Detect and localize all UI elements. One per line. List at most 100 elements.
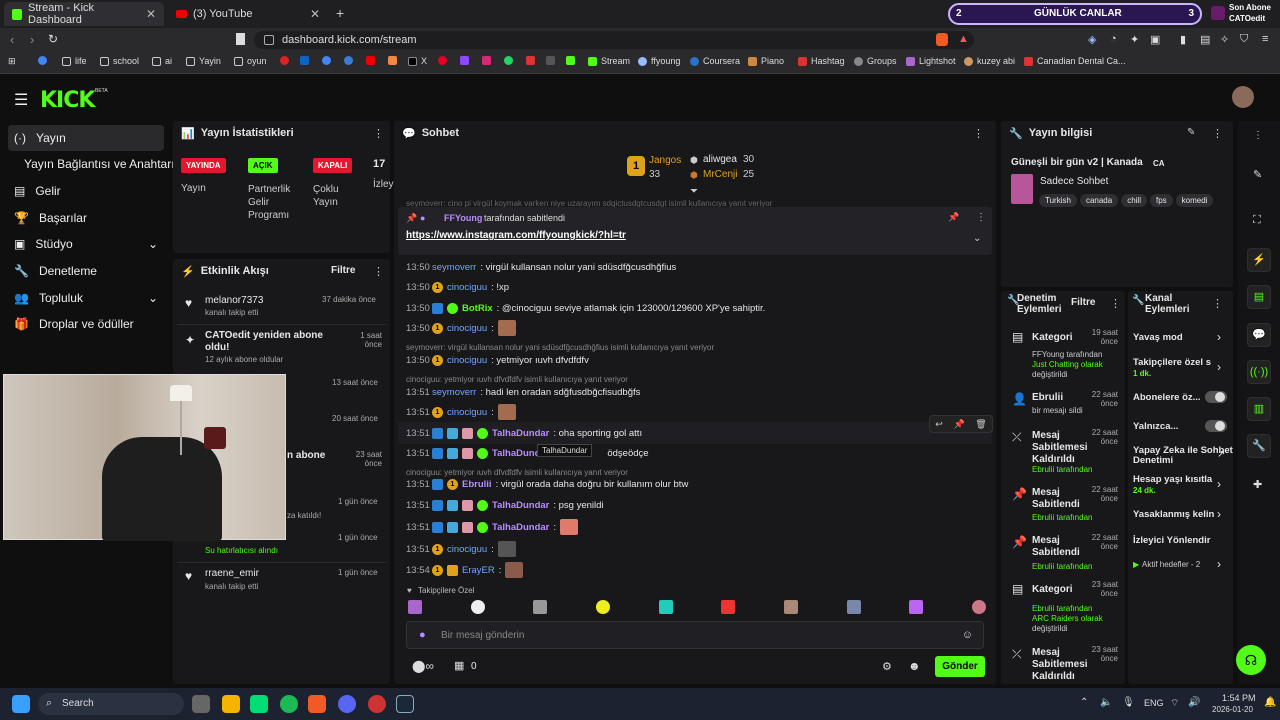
more-options-icon[interactable]: ⋮	[373, 127, 384, 140]
delete-icon[interactable]: 🗑	[975, 419, 986, 430]
quick-action-chat-icon[interactable]: 💬	[1247, 323, 1271, 347]
twitch-icon[interactable]	[460, 56, 469, 65]
pinned-by-user[interactable]: FFYoung	[444, 213, 482, 223]
subs-only-toggle[interactable]	[1205, 391, 1227, 403]
channel-action-goals[interactable]: Aktif hedefler - 2	[1142, 560, 1200, 569]
spotify-icon[interactable]	[280, 695, 298, 713]
taskbar-search[interactable]: ⌕ Search	[38, 693, 184, 715]
nav-yayin[interactable]: (·) Yayın	[8, 125, 164, 151]
quick-action-bolt-icon[interactable]: ⚡	[1247, 248, 1271, 272]
whatsapp-icon[interactable]	[504, 56, 513, 65]
back-icon[interactable]: ‹	[10, 32, 14, 47]
more-options-icon[interactable]: ⋮	[1110, 297, 1121, 310]
bookmark-icon-red[interactable]	[280, 56, 289, 65]
obs-icon[interactable]	[368, 695, 386, 713]
youtube-icon[interactable]	[366, 56, 375, 65]
google-icon[interactable]	[38, 56, 47, 65]
tab-youtube[interactable]: (3) YouTube ✕	[168, 2, 328, 26]
emote-menu-icon[interactable]: ☻	[908, 659, 921, 673]
bookmark-x[interactable]: X	[408, 56, 427, 66]
external-link-icon[interactable]: ↗	[1217, 449, 1225, 460]
emote-icon[interactable]	[533, 600, 548, 614]
clock-date[interactable]: 2026-01-20	[1212, 705, 1253, 714]
reply-icon[interactable]: ↩	[935, 419, 943, 430]
wallet-icon[interactable]: ▤	[1200, 33, 1210, 46]
nav-basarilar[interactable]: 🏆 Başarılar	[8, 205, 164, 231]
instagram-icon[interactable]	[482, 56, 491, 65]
nav-gelir[interactable]: ▤ Gelir	[8, 178, 164, 204]
nav-stream-key[interactable]: Yayın Bağlantısı ve Anahtarı	[8, 151, 178, 177]
points-icon[interactable]: ⬤∞	[412, 659, 434, 673]
message-user[interactable]: Ebrulii	[462, 479, 492, 490]
message-user[interactable]: cinociguu	[447, 282, 487, 293]
message-user[interactable]: TalhaDundar	[492, 428, 549, 439]
chevron-right-icon[interactable]: ›	[1217, 360, 1221, 374]
bookmark-yayin[interactable]: Yayin	[186, 56, 221, 66]
edit-icon[interactable]: ✎	[1253, 168, 1262, 181]
brave-icon[interactable]	[308, 695, 326, 713]
support-chat-icon[interactable]: ☊	[1236, 645, 1266, 675]
chevron-right-icon[interactable]: ›	[1217, 507, 1221, 521]
bookmark-icon-blue[interactable]	[344, 56, 353, 65]
send-button[interactable]: Gönder	[935, 656, 985, 677]
clock-time[interactable]: 1:54 PM	[1222, 693, 1256, 703]
linkedin-icon[interactable]	[300, 56, 309, 65]
tag-chip[interactable]: Turkish	[1039, 194, 1077, 207]
message-user[interactable]: cinociguu	[447, 323, 487, 334]
reload-icon[interactable]: ↻	[48, 32, 58, 46]
tag-chip[interactable]: komedi	[1175, 194, 1214, 207]
url-input[interactable]: dashboard.kick.com/stream	[254, 31, 974, 49]
app-icon[interactable]	[250, 695, 268, 713]
tag-chip[interactable]: chill	[1121, 194, 1147, 207]
vpn-icon[interactable]: ⛉	[1240, 33, 1248, 46]
emoji-icon[interactable]: ☺	[962, 629, 973, 641]
settings-gear-icon[interactable]: ⚙	[882, 660, 892, 673]
quick-action-panel-icon[interactable]: ▥	[1247, 397, 1271, 421]
menu-icon[interactable]: ≡	[1262, 33, 1268, 45]
resize-icon[interactable]: ⛶	[1253, 214, 1261, 227]
tab-kick-dashboard[interactable]: Stream - Kick Dashboard ✕	[4, 2, 164, 26]
windows-start-icon[interactable]	[12, 695, 30, 713]
more-options-icon[interactable]: ⋮	[1253, 130, 1263, 141]
kick-icon[interactable]	[566, 56, 575, 65]
message-user[interactable]: cinociguu	[447, 407, 487, 418]
chevron-right-icon[interactable]: ›	[1217, 557, 1221, 571]
nav-droplar[interactable]: 🎁 Droplar ve ödüller	[8, 311, 164, 337]
quick-action-broadcast-icon[interactable]: ((·))	[1247, 360, 1271, 384]
collapse-icon[interactable]: ⏷	[690, 186, 698, 197]
forward-icon[interactable]: ›	[30, 32, 34, 47]
volume-icon[interactable]: 🔊	[1188, 697, 1200, 708]
edit-icon[interactable]: ✎	[1187, 127, 1195, 138]
bookmark-coursera[interactable]: Coursera	[690, 56, 740, 66]
notification-bell-icon[interactable]: 🔔	[1264, 697, 1276, 708]
emote-icon[interactable]	[658, 600, 673, 614]
quick-action-doc-icon[interactable]: ▤	[1247, 285, 1271, 309]
message-user[interactable]: cinociguu	[447, 355, 487, 366]
file-explorer-icon[interactable]	[222, 695, 240, 713]
bookmark-kuzey-abi[interactable]: kuzey abi	[964, 56, 1015, 66]
more-options-icon[interactable]: ⋮	[373, 265, 384, 278]
chevron-right-icon[interactable]: ›	[1217, 330, 1221, 344]
tag-chip[interactable]: canada	[1079, 194, 1119, 207]
chevron-right-icon[interactable]: ›	[1217, 477, 1221, 491]
extension-icon[interactable]: ◔	[1110, 33, 1117, 45]
message-user[interactable]: ErayER	[462, 565, 495, 576]
bookmark-icon-multi[interactable]	[388, 56, 397, 65]
pin-icon[interactable]: 📌	[953, 419, 964, 430]
tag-chip[interactable]: fps	[1149, 194, 1173, 207]
bookmark-oyun[interactable]: oyun	[234, 56, 267, 66]
filter-button[interactable]: Filtre	[331, 265, 355, 276]
apps-icon[interactable]: ⊞	[8, 56, 16, 67]
message-user[interactable]: BotRix	[462, 303, 493, 314]
nav-studyo[interactable]: ▣ Stüdyo ⌄	[8, 231, 164, 257]
store-icon[interactable]: ▦	[454, 659, 464, 672]
bookmark-piano[interactable]: Piano	[748, 56, 784, 66]
bookmark-icon-dark[interactable]	[546, 56, 555, 65]
language-indicator[interactable]: ENG	[1144, 698, 1164, 708]
more-options-icon[interactable]: ⋮	[973, 127, 984, 140]
chevron-down-icon[interactable]: ⌄	[973, 233, 981, 244]
mic-tray-icon[interactable]: 🎙	[1122, 697, 1135, 708]
pinned-link[interactable]: https://www.instagram.com/ffyoungkick/?h…	[406, 230, 626, 241]
speaker-icon[interactable]: 🔈	[1100, 697, 1112, 708]
extension-icon[interactable]: ✧	[1220, 33, 1229, 46]
